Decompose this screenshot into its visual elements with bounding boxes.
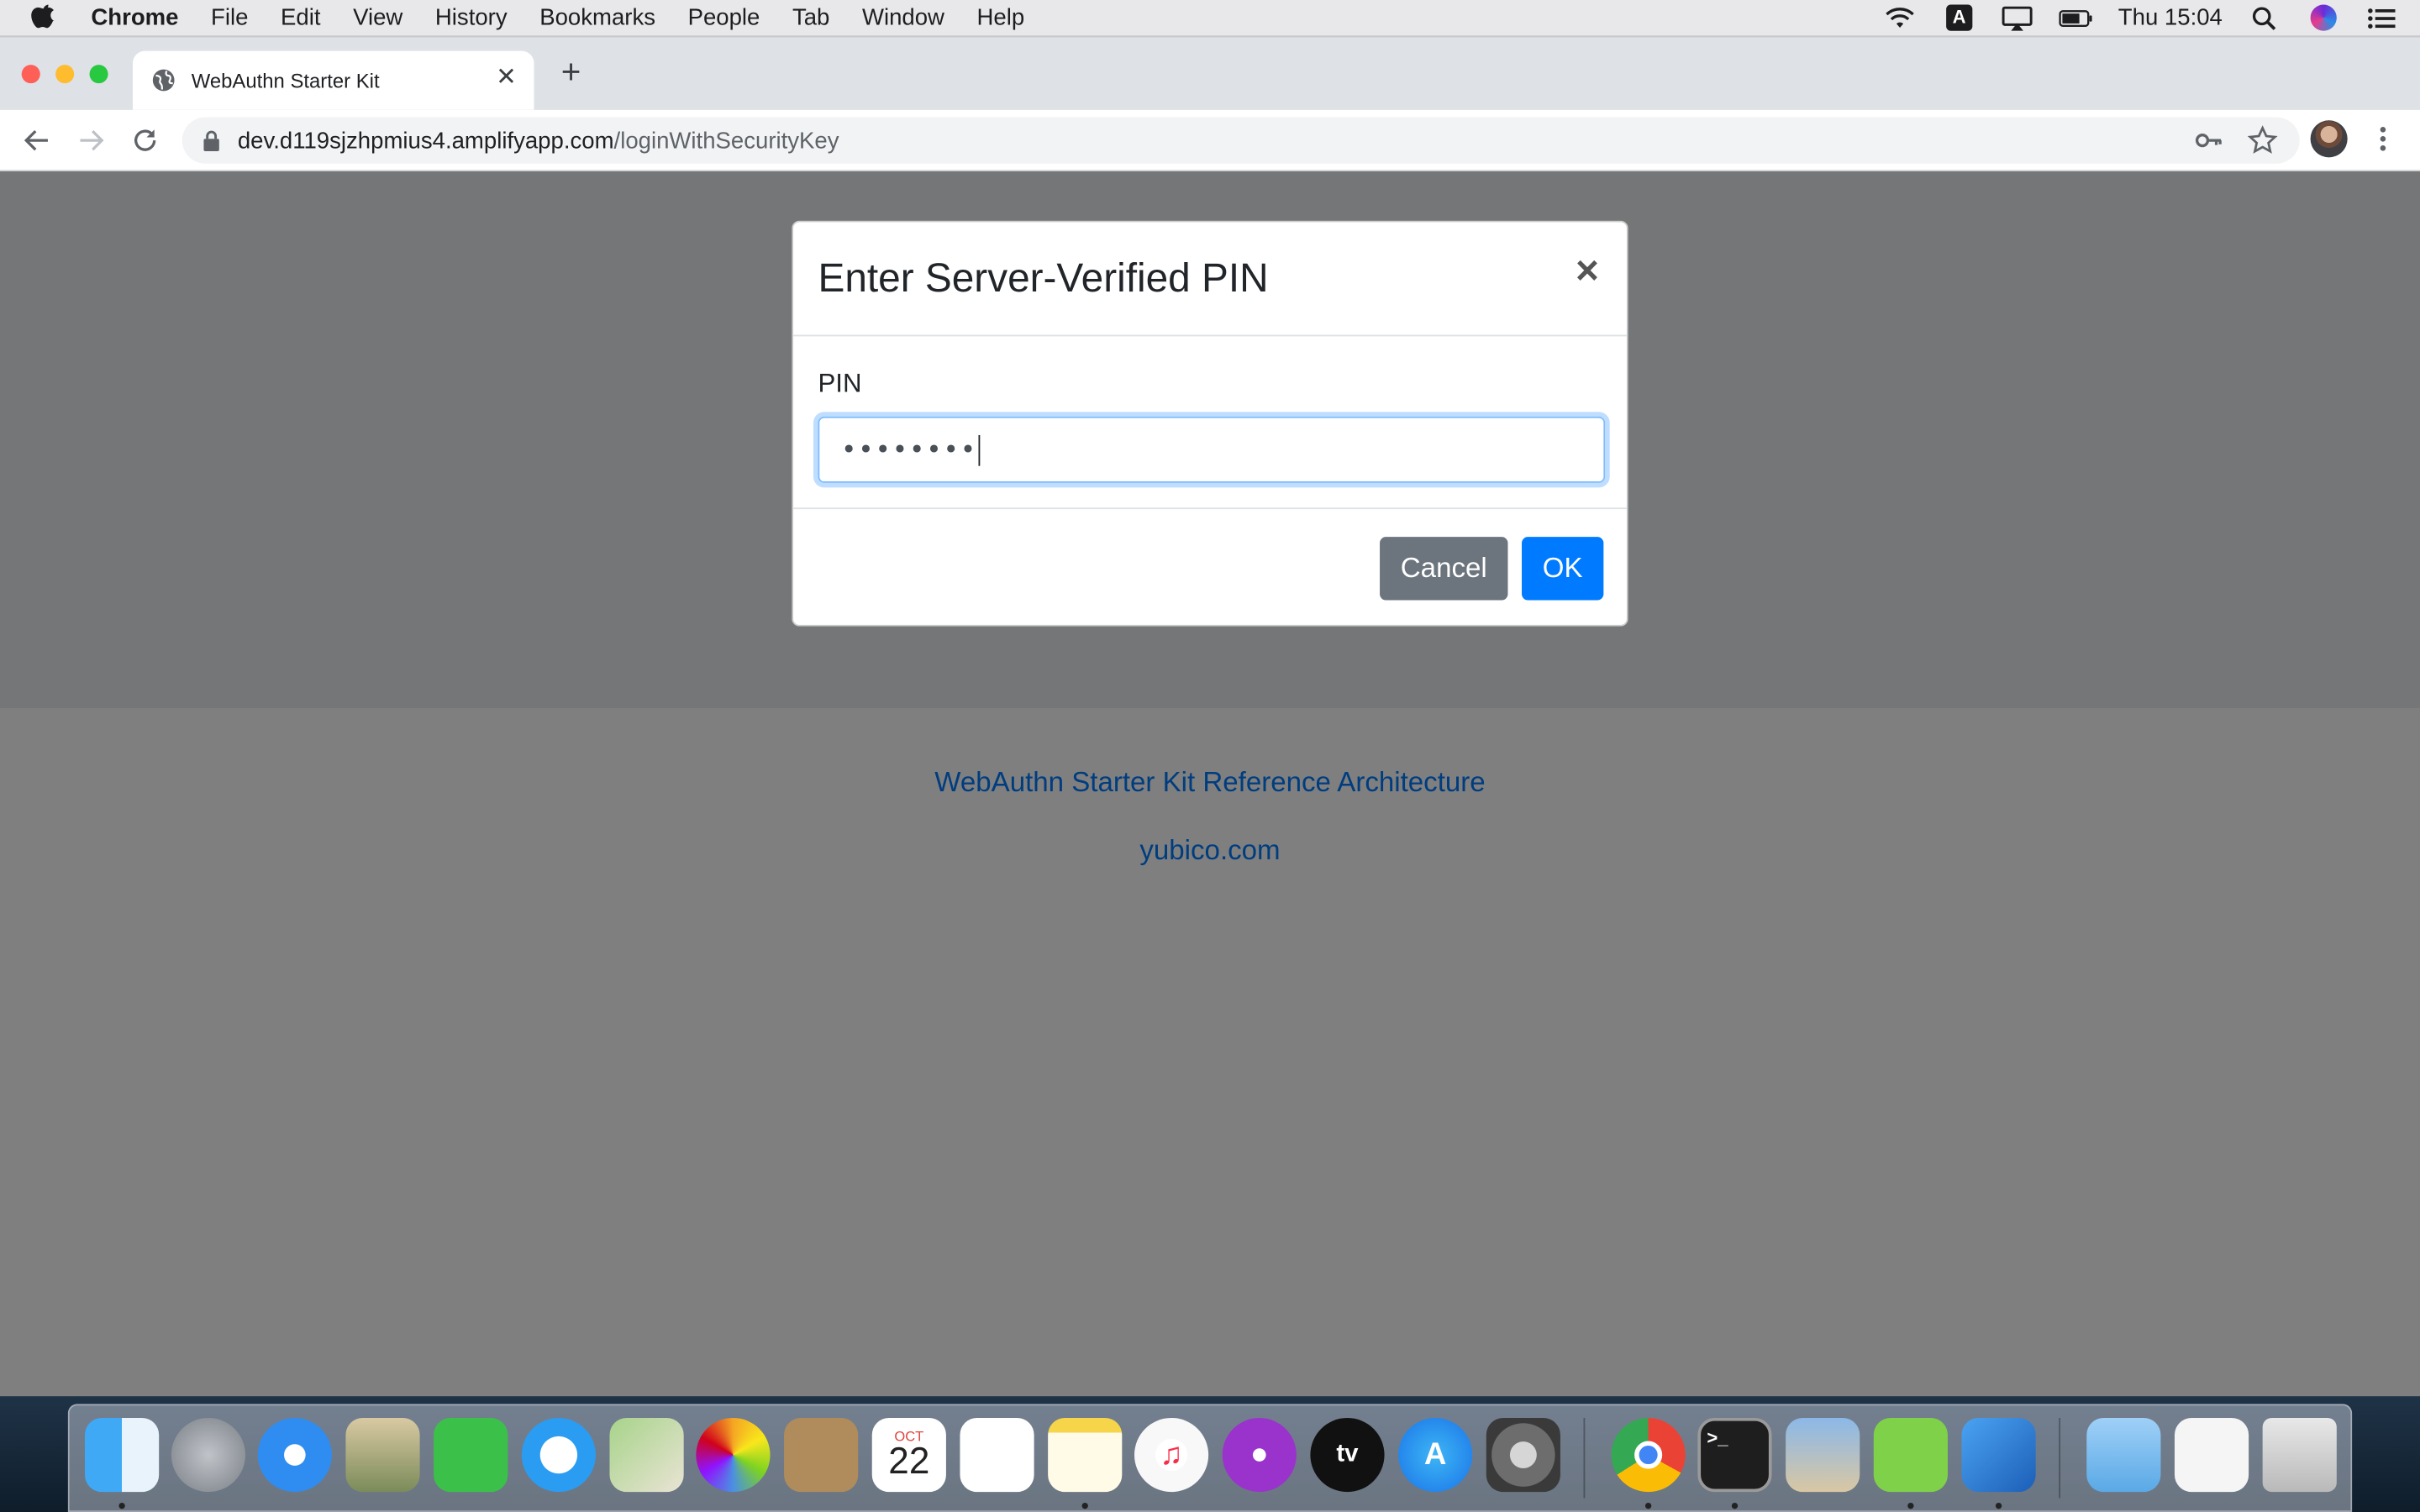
documents-stack-icon[interactable] [2174,1417,2249,1493]
forward-arrow-icon[interactable] [76,125,107,156]
tv-label: tv [1336,1441,1359,1467]
dock-separator [2059,1417,2061,1499]
tab-close-icon[interactable]: ✕ [494,66,518,91]
menubar-clock[interactable]: Thu 15:04 [2118,5,2223,31]
messages-icon[interactable] [521,1417,596,1493]
menu-bookmarks[interactable]: Bookmarks [539,5,655,31]
lock-icon[interactable] [201,129,223,151]
dock: OCT 22 ♫ tv A >_ [67,1404,2353,1512]
text-caret [978,434,981,465]
maps-icon[interactable] [609,1417,684,1493]
window-zoom-button[interactable] [89,65,108,84]
menu-file[interactable]: File [211,5,248,31]
reload-icon[interactable] [129,125,160,156]
app-store-icon[interactable]: A [1398,1417,1473,1493]
system-preferences-icon[interactable] [1486,1417,1560,1493]
tab-strip: WebAuthn Starter Kit ✕ + [0,37,2420,110]
pin-dialog: Enter Server-Verified PIN × PIN ••••••••… [792,220,1628,627]
menu-bar: Chrome File Edit View History Bookmarks … [0,0,2420,38]
url-host: dev.d119sjzhpmius4.amplifyapp.com [237,127,614,154]
dialog-title: Enter Server-Verified PIN [818,255,1269,302]
airplay-icon[interactable] [2001,4,2034,32]
battery-icon[interactable] [2060,4,2093,32]
chrome-icon[interactable] [1611,1417,1686,1493]
music-icon[interactable]: ♫ [1134,1417,1209,1493]
archive-utility-icon[interactable] [1873,1417,1948,1493]
tab-title: WebAuthn Starter Kit [191,68,380,92]
running-indicator [1731,1502,1739,1509]
notes-icon[interactable] [1048,1417,1123,1493]
finder-icon[interactable] [85,1417,160,1493]
calendar-day: 22 [888,1441,930,1483]
dialog-footer-divider [793,507,1627,510]
launchpad-icon[interactable] [171,1417,246,1493]
window-minimize-button[interactable] [55,65,75,84]
browser-toolbar: dev.d119sjzhpmius4.amplifyapp.com /login… [0,109,2420,171]
notification-center-icon[interactable] [2365,4,2398,32]
terminal-icon[interactable]: >_ [1697,1417,1772,1493]
menu-tab[interactable]: Tab [792,5,829,31]
key-icon[interactable] [2193,125,2224,156]
menu-view[interactable]: View [353,5,402,31]
downloads-folder-icon[interactable] [2086,1417,2161,1493]
dock-separator [1583,1417,1586,1499]
trash-icon[interactable] [2262,1417,2337,1493]
spotlight-search-icon[interactable] [2247,4,2281,32]
running-indicator [1907,1502,1914,1509]
back-arrow-icon[interactable] [22,125,53,156]
pin-input[interactable]: •••••••• [818,416,1606,483]
wifi-icon[interactable] [1884,4,1918,32]
preview-icon[interactable] [1786,1417,1860,1493]
url-path: /loginWithSecurityKey [613,127,839,154]
input-source-icon[interactable]: A [1942,4,1975,32]
apple-menu-icon[interactable] [31,3,71,32]
reminders-icon[interactable] [960,1417,1034,1493]
new-tab-icon[interactable]: + [555,55,587,88]
running-indicator [1081,1502,1088,1509]
facetime-icon[interactable] [434,1417,508,1493]
pin-masked-value: •••••••• [841,434,978,465]
running-indicator [1644,1502,1652,1509]
dialog-header: Enter Server-Verified PIN × [793,222,1627,337]
globe-icon [151,68,176,92]
podcasts-icon[interactable] [1222,1417,1297,1493]
input-source-label: A [1946,4,1973,31]
profile-avatar[interactable] [2310,120,2348,158]
running-indicator [118,1502,125,1509]
safari-icon[interactable] [257,1417,332,1493]
menu-edit[interactable]: Edit [281,5,320,31]
ok-button[interactable]: OK [1522,537,1604,601]
contacts-icon[interactable] [784,1417,859,1493]
browser-tab[interactable]: WebAuthn Starter Kit ✕ [132,50,534,110]
photos-icon[interactable] [696,1417,771,1493]
close-icon[interactable]: × [1576,250,1599,291]
menu-window[interactable]: Window [862,5,944,31]
menu-people[interactable]: People [688,5,760,31]
address-bar[interactable]: dev.d119sjzhpmius4.amplifyapp.com /login… [182,117,2300,164]
menu-history[interactable]: History [435,5,508,31]
xcode-icon[interactable] [1961,1417,2036,1493]
window-close-button[interactable] [21,65,40,84]
menu-help[interactable]: Help [977,5,1025,31]
mail-icon[interactable] [345,1417,420,1493]
chrome-menu-icon[interactable] [2370,123,2395,155]
menu-app-name[interactable]: Chrome [91,5,178,31]
calendar-icon[interactable]: OCT 22 [871,1417,946,1493]
running-indicator [1995,1502,2002,1509]
pin-label: PIN [818,368,862,398]
bookmark-star-icon[interactable] [2247,125,2278,156]
tv-icon[interactable]: tv [1310,1417,1385,1493]
cancel-button[interactable]: Cancel [1380,537,1508,601]
siri-icon[interactable] [2306,4,2339,32]
